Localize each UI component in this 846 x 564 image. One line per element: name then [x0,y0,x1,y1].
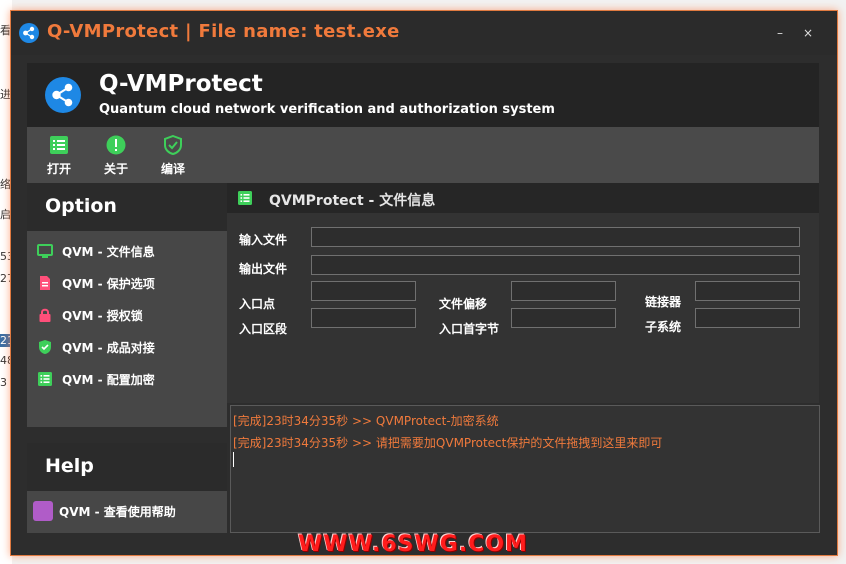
sidebar-item-config-encrypt[interactable]: QVM - 配置加密 [27,365,227,393]
entry-first-byte-field[interactable] [511,308,616,328]
title-bar[interactable]: Q-VMProtect | File name: test.exe – × [11,11,837,55]
monitor-icon [37,244,53,258]
entry-point-field[interactable] [311,281,416,301]
sidebar-item-label: QVM - 授权锁 [62,309,143,323]
list-icon [238,191,252,205]
sidebar-item-license-lock[interactable]: QVM - 授权锁 [27,301,227,329]
subsystem-field[interactable] [695,308,800,328]
lock-icon [39,308,51,322]
app-logo-icon [19,23,39,43]
option-sidebar: Option QVM - 文件信息 QVM - 保护选项 QVM - 授权锁 Q… [27,183,227,427]
linker-label: 链接器 [645,295,682,309]
file-offset-field[interactable] [511,281,616,301]
minimize-button[interactable]: – [769,23,791,43]
output-file-label: 输出文件 [239,262,288,276]
option-title: Option [45,195,117,217]
help-section: Help QVM - 查看使用帮助 [27,443,227,533]
panel-header: QVMProtect - 文件信息 [227,183,819,213]
input-file-field[interactable] [311,227,800,247]
about-button-label: 关于 [103,162,128,176]
shield-check-icon [39,340,51,354]
app-header: Q-VMProtect Quantum cloud network verifi… [27,63,819,127]
linker-field[interactable] [695,281,800,301]
sidebar-item-protect-options[interactable]: QVM - 保护选项 [27,269,227,297]
entry-section-label: 入口区段 [239,322,288,336]
sidebar-item-label: QVM - 文件信息 [62,245,155,259]
entry-point-label: 入口点 [239,297,276,311]
info-icon [106,135,126,155]
file-offset-label: 文件偏移 [439,297,488,311]
bg-fragment: 3 [0,376,7,389]
output-file-field[interactable] [311,255,800,275]
log-output[interactable]: [完成]23时34分35秒 >> QVMProtect-加密系统 [完成]23时… [230,405,820,533]
entry-section-field[interactable] [311,308,416,328]
close-button[interactable]: × [797,23,819,43]
document-icon [40,276,50,290]
open-button[interactable]: 打开 [34,135,84,179]
entry-first-byte-label: 入口首字节 [439,322,500,336]
about-button[interactable]: 关于 [91,135,141,179]
option-header: Option [27,183,227,231]
sidebar-item-file-info[interactable]: QVM - 文件信息 [27,237,227,265]
app-logo-icon [45,77,81,113]
text-caret [233,452,234,467]
watermark: WWW.6SWG.COM [298,532,528,557]
compile-button[interactable]: 编译 [148,135,198,179]
input-file-label: 输入文件 [239,233,288,247]
compile-button-label: 编译 [160,162,185,176]
sidebar-item-label: QVM - 保护选项 [62,277,155,291]
help-header: Help [27,443,227,491]
open-button-label: 打开 [46,162,71,176]
log-line: [完成]23时34分35秒 >> QVMProtect-加密系统 [233,414,499,428]
sidebar-item-label: QVM - 配置加密 [62,373,155,387]
help-item-label: QVM - 查看使用帮助 [59,505,176,519]
sidebar-item-label: QVM - 成品对接 [62,341,155,355]
log-line: [完成]23时34分35秒 >> 请把需要加QVMProtect保护的文件拖拽到… [233,436,663,450]
file-info-form: 输入文件 输出文件 入口点 文件偏移 链接器 入口区段 入口首字节 子系统 [227,213,819,403]
help-title: Help [45,455,94,477]
window-title: Q-VMProtect | File name: test.exe [47,21,400,42]
app-window: Q-VMProtect | File name: test.exe – × Q-… [10,10,838,556]
toolbar: 打开 关于 编译 [27,127,819,183]
help-item-usage[interactable]: QVM - 查看使用帮助 [27,491,227,531]
list-icon [50,136,68,154]
subsystem-label: 子系统 [645,320,682,334]
cube-icon [33,501,53,521]
sidebar-item-product-docking[interactable]: QVM - 成品对接 [27,333,227,361]
shield-icon [164,135,182,155]
panel-title: QVMProtect - 文件信息 [269,193,436,209]
app-subtitle: Quantum cloud network verification and a… [99,102,555,117]
app-name: Q-VMProtect [99,71,263,97]
list-icon [38,372,52,386]
